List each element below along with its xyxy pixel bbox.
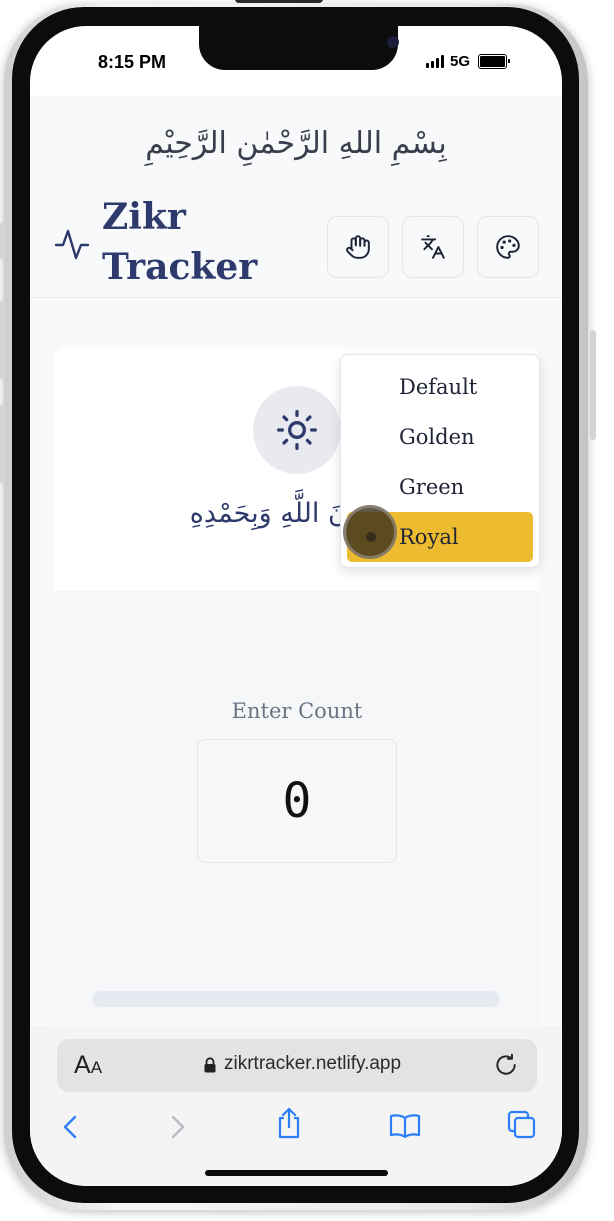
count-label: Enter Count bbox=[231, 699, 363, 723]
browser-toolbar: AA zikrtracker.netlify.app bbox=[30, 1026, 562, 1186]
bookmarks-icon[interactable] bbox=[388, 1112, 422, 1140]
notch bbox=[199, 26, 399, 70]
theme-option-label: Golden bbox=[399, 425, 475, 449]
action-button bbox=[0, 222, 6, 260]
camera-icon bbox=[387, 36, 399, 48]
sun-icon bbox=[277, 410, 317, 450]
speaker bbox=[235, 0, 323, 3]
tap-mode-button[interactable] bbox=[327, 216, 389, 278]
theme-option-label: Royal bbox=[399, 525, 459, 549]
header-divider bbox=[30, 297, 562, 298]
network-type: 5G bbox=[450, 53, 471, 70]
power-button bbox=[590, 330, 596, 440]
app-page: بِسْمِ اللهِ الرَّحْمٰنِ الرَّحِيْمِ Zik… bbox=[30, 96, 562, 1051]
theme-option-label: Default bbox=[399, 375, 478, 399]
count-input[interactable]: 0 bbox=[197, 739, 397, 863]
counter-section: Enter Count 0 bbox=[54, 591, 540, 1051]
share-icon[interactable] bbox=[275, 1106, 303, 1140]
bismillah-text: بِسْمِ اللهِ الرَّحْمٰنِ الرَّحِيْمِ bbox=[145, 126, 447, 161]
back-icon[interactable] bbox=[60, 1113, 82, 1141]
zikr-icon-circle bbox=[253, 386, 341, 474]
volume-up-button bbox=[0, 300, 6, 380]
address-bar[interactable]: AA zikrtracker.netlify.app bbox=[57, 1039, 537, 1092]
hand-icon bbox=[346, 235, 370, 259]
language-button[interactable] bbox=[402, 216, 464, 278]
progress-bar bbox=[92, 991, 500, 1007]
app-title: Zikr Tracker bbox=[102, 196, 258, 288]
forward-icon[interactable] bbox=[166, 1113, 188, 1141]
activity-icon bbox=[54, 229, 90, 260]
volume-down-button bbox=[0, 404, 6, 484]
translate-icon bbox=[421, 235, 445, 259]
status-time: 8:15 PM bbox=[98, 52, 167, 72]
theme-option-default[interactable]: Default bbox=[347, 362, 533, 412]
palette-icon bbox=[496, 235, 520, 259]
signal-icon bbox=[426, 55, 444, 68]
screen: 8:15 PM 5G بِسْمِ اللهِ الرَّحْمٰنِ الرَ… bbox=[30, 26, 562, 1186]
url-text: zikrtracker.netlify.app bbox=[224, 1053, 402, 1074]
text-size-button[interactable]: AA bbox=[74, 1051, 102, 1080]
battery-icon bbox=[478, 54, 511, 69]
theme-option-label: Green bbox=[399, 475, 465, 499]
status-indicators: 5G bbox=[426, 53, 511, 70]
touch-indicator bbox=[343, 505, 397, 559]
tabs-icon[interactable] bbox=[507, 1110, 537, 1140]
home-indicator bbox=[205, 1170, 388, 1176]
theme-button[interactable] bbox=[477, 216, 539, 278]
reload-icon[interactable] bbox=[493, 1052, 519, 1078]
theme-option-golden[interactable]: Golden bbox=[347, 412, 533, 462]
lock-icon bbox=[204, 1057, 216, 1073]
